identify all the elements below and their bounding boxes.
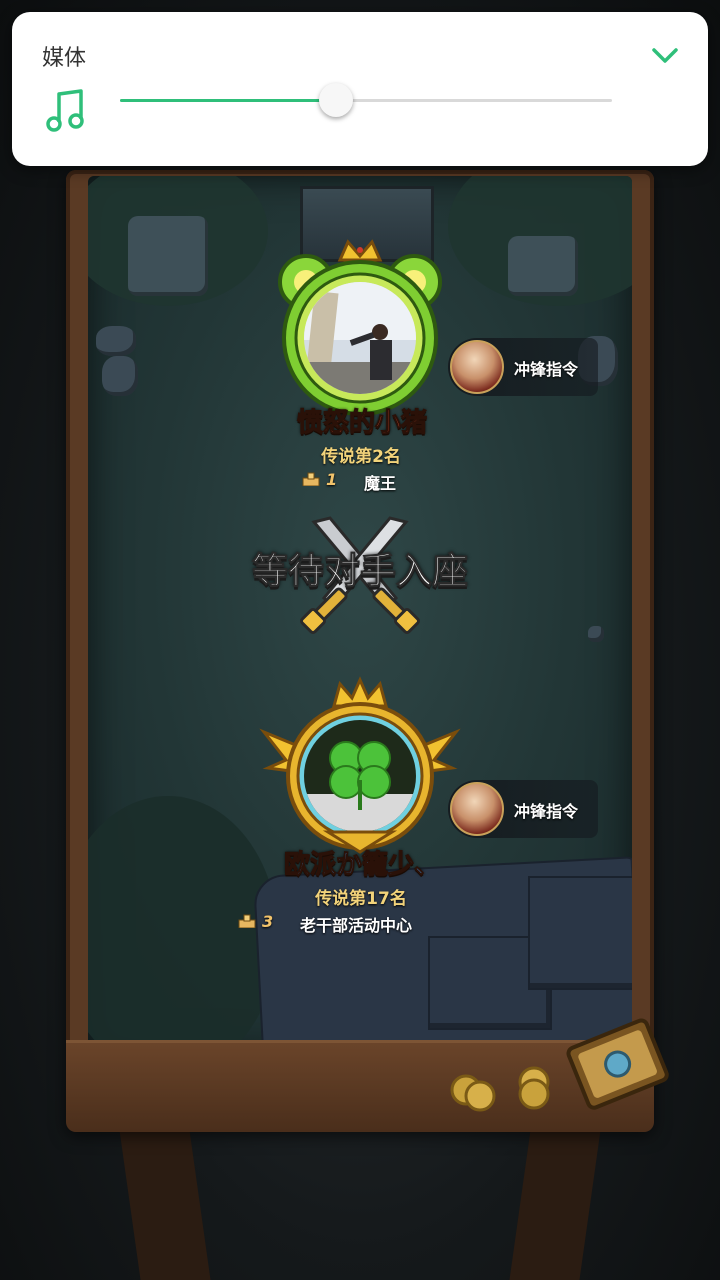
bottom-player-title: 老干部活动中心	[300, 916, 413, 935]
bottom-player-rank: 传说第17名	[315, 889, 407, 909]
top-player-name[interactable]: 愤怒的小猪	[212, 402, 512, 439]
skill-label: 冲锋指令	[514, 360, 579, 379]
trophy-icon	[238, 914, 256, 928]
waiting-status: 等待对手入座	[251, 551, 468, 593]
volume-stream-title: 媒体	[42, 46, 87, 71]
hero-portrait-icon	[450, 340, 504, 394]
rock	[588, 626, 604, 642]
stone-block	[528, 876, 632, 990]
statue-head	[128, 216, 208, 296]
bottom-player-skill[interactable]: 冲锋指令	[448, 780, 598, 838]
hero-portrait-icon	[450, 782, 504, 836]
volume-panel: 媒体	[12, 12, 708, 166]
top-player-trophy-count: 1	[326, 470, 338, 489]
coin-stack-icon	[450, 1066, 550, 1112]
rock	[102, 356, 138, 396]
volume-slider-thumb[interactable]	[319, 83, 354, 117]
top-player-skill[interactable]: 冲锋指令	[448, 338, 598, 396]
skill-label: 冲锋指令	[514, 802, 579, 821]
bottom-player-name[interactable]: 欧派か籠少、	[212, 844, 512, 881]
top-player-rank: 传说第2名	[321, 447, 401, 467]
statue-head	[508, 236, 578, 296]
bottom-player-trophy-count: 3	[262, 912, 274, 931]
chevron-down-icon[interactable]	[648, 38, 682, 72]
volume-slider-fill	[120, 99, 337, 102]
top-player-title: 魔王	[364, 474, 397, 493]
volume-slider[interactable]	[120, 83, 612, 117]
game-screen: 愤怒的小猪 传说第2名 1 魔王 冲锋指令 等待对手入座 欧派か籠少、 传说第1…	[0, 0, 720, 1280]
music-note-icon[interactable]	[46, 88, 86, 134]
trophy-icon	[302, 472, 320, 486]
top-player-avatar-frame[interactable]	[262, 236, 458, 416]
table-leg-right	[508, 1120, 602, 1280]
rock	[96, 326, 136, 356]
card-deck-icon[interactable]	[558, 1010, 678, 1120]
bottom-player-avatar-frame[interactable]	[258, 676, 462, 856]
table-leg-left	[118, 1120, 212, 1280]
